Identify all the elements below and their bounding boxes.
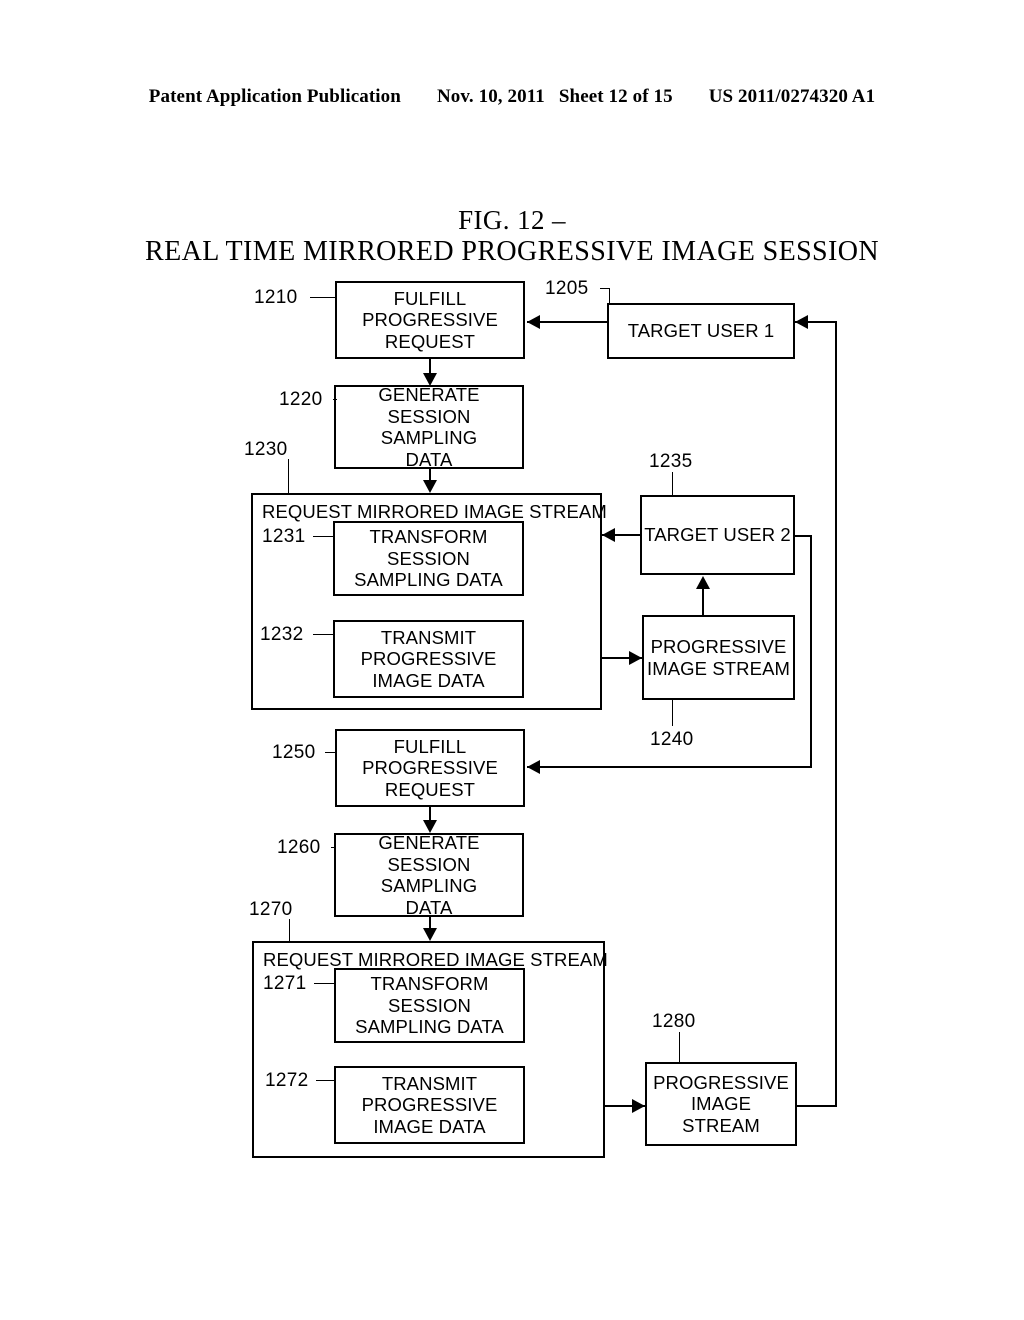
node-generate-session-sampling-data-1220: GENERATE SESSION SAMPLING DATA — [334, 384, 524, 470]
ref-1270: 1270 — [249, 899, 293, 920]
ref-1235: 1235 — [649, 451, 693, 472]
node-line: FULFILL — [393, 735, 467, 757]
node-generate-session-sampling-data-1260: GENERATE SESSION SAMPLING DATA — [334, 832, 524, 918]
leader-1280 — [679, 1032, 680, 1062]
node-line: TARGET USER 2 — [644, 524, 791, 546]
flowchart-diagram: 1210 FULFILL PROGRESSIVE REQUEST 1205 TA… — [0, 0, 1024, 1320]
leader-1271 — [314, 983, 334, 984]
ref-1271: 1271 — [263, 973, 307, 994]
arrowhead-tu2-to-request1 — [602, 528, 615, 542]
node-line: IMAGE STREAM — [646, 657, 791, 679]
node-line: DATA — [405, 896, 453, 918]
node-line: PROGRESSIVE — [362, 309, 498, 331]
node-transform-session-sampling-data-1231: TRANSFORM SESSION SAMPLING DATA — [333, 521, 524, 596]
node-line: SAMPLING — [380, 427, 478, 448]
node-line: IMAGE DATA — [373, 1115, 486, 1137]
leader-1220 — [333, 399, 337, 400]
node-line: TRANSFORM — [369, 526, 488, 548]
ref-1220: 1220 — [279, 389, 323, 410]
node-line: FULFILL — [393, 287, 467, 309]
node-line: GENERATE — [378, 384, 480, 405]
leader-1250 — [325, 752, 335, 753]
leader-1205-v — [609, 288, 610, 304]
node-line: STREAM — [682, 1114, 760, 1136]
ref-1230: 1230 — [244, 439, 288, 460]
node-line: TRANSMIT — [381, 1072, 478, 1094]
ref-1280: 1280 — [652, 1011, 696, 1032]
leader-1232 — [313, 634, 333, 635]
connector-stream2-right-stub — [797, 1105, 837, 1107]
node-line: SAMPLING DATA — [355, 1016, 504, 1038]
arrowhead-feedback-to-tu1 — [795, 315, 808, 329]
node-line: TRANSMIT — [380, 626, 477, 648]
ref-1272: 1272 — [265, 1070, 309, 1091]
ref-1210: 1210 — [254, 287, 298, 308]
node-line: REQUEST — [384, 778, 476, 800]
node-line: PROGRESSIVE — [362, 757, 498, 779]
ref-1260: 1260 — [277, 837, 321, 858]
arrowhead-generate1-to-request1 — [423, 480, 437, 493]
node-line: SAMPLING — [380, 875, 478, 896]
ref-1232: 1232 — [260, 624, 304, 645]
arrowhead-stream1-to-tu2 — [696, 576, 710, 589]
group-title-1270: REQUEST MIRRORED IMAGE STREAM — [263, 949, 608, 970]
leader-1270 — [289, 919, 290, 941]
node-progressive-image-stream-1280: PROGRESSIVE IMAGE STREAM — [645, 1062, 797, 1146]
arrowhead-generate2-to-request2 — [423, 928, 437, 941]
ref-1205: 1205 — [545, 278, 589, 299]
node-line: SESSION — [388, 994, 471, 1016]
arrowhead-tu2-to-fulfill2 — [527, 760, 540, 774]
arrowhead-tu1-to-fulfill1 — [527, 315, 540, 329]
connector-tu2-to-fulfill2 — [527, 766, 812, 768]
connector-tu2-down — [810, 535, 812, 767]
node-line: PROGRESSIVE — [361, 1094, 498, 1116]
node-line: PROGRESSIVE — [360, 648, 497, 670]
leader-1240 — [672, 700, 673, 726]
node-target-user-1: TARGET USER 1 — [607, 303, 795, 359]
node-line: IMAGE — [690, 1093, 752, 1115]
node-target-user-2: TARGET USER 2 — [640, 495, 795, 575]
node-line: TRANSFORM — [370, 973, 489, 995]
node-line: TARGET USER 1 — [627, 320, 775, 342]
node-line: SESSION — [387, 853, 471, 875]
leader-1260 — [331, 847, 335, 848]
node-line: PROGRESSIVE — [653, 1071, 789, 1093]
node-line: SESSION — [387, 547, 470, 569]
ref-1250: 1250 — [272, 742, 316, 763]
node-line: PROGRESSIVE — [650, 636, 787, 657]
ref-1231: 1231 — [262, 526, 306, 547]
leader-1235 — [672, 472, 673, 495]
node-fulfill-progressive-request-1210: FULFILL PROGRESSIVE REQUEST — [335, 281, 525, 359]
leader-1230 — [288, 459, 289, 493]
leader-1231 — [313, 536, 333, 537]
leader-1272 — [316, 1080, 334, 1081]
node-line: GENERATE — [378, 832, 480, 853]
connector-feedback-vertical — [835, 321, 837, 1107]
node-line: IMAGE DATA — [372, 669, 485, 691]
node-line: SAMPLING DATA — [354, 569, 503, 591]
node-transform-session-sampling-data-1271: TRANSFORM SESSION SAMPLING DATA — [334, 968, 525, 1043]
leader-1210 — [310, 297, 335, 298]
node-line: DATA — [405, 448, 453, 470]
ref-1240: 1240 — [650, 729, 694, 750]
node-line: REQUEST — [384, 330, 476, 352]
node-transmit-progressive-image-data-1272: TRANSMIT PROGRESSIVE IMAGE DATA — [334, 1066, 525, 1144]
group-title-1230: REQUEST MIRRORED IMAGE STREAM — [262, 501, 607, 522]
arrowhead-transmit1-to-stream1 — [629, 651, 642, 665]
node-line: SESSION — [387, 405, 471, 427]
node-transmit-progressive-image-data-1232: TRANSMIT PROGRESSIVE IMAGE DATA — [333, 620, 524, 698]
node-fulfill-progressive-request-1250: FULFILL PROGRESSIVE REQUEST — [335, 729, 525, 807]
node-progressive-image-stream-1240: PROGRESSIVE IMAGE STREAM — [642, 615, 795, 700]
connector-stream1-to-tu2 — [702, 589, 704, 615]
arrowhead-transmit2-to-stream2 — [632, 1099, 645, 1113]
